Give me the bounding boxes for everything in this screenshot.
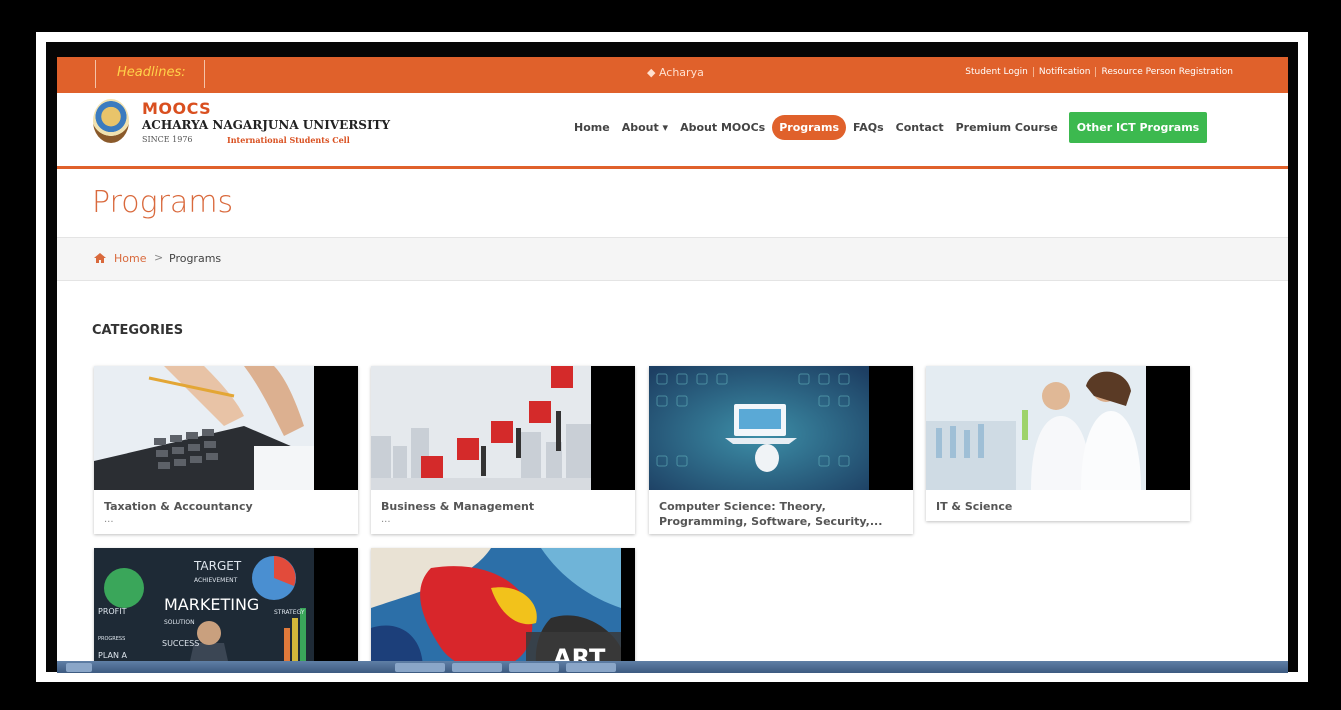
category-label[interactable]: IT & Science [926,490,1190,514]
word-profit: PROFIT [98,607,127,616]
category-image[interactable] [94,366,358,490]
word-plan-a: PLAN A [98,651,127,660]
word-solution: SOLUTION [164,619,195,626]
breadcrumb-current: Programs [169,252,222,265]
computer-science-image [649,366,869,490]
business-growth-image [371,366,591,490]
site-header: MOOCS ACHARYA NAGARJUNA UNIVERSITY SINCE… [57,93,1288,169]
category-image[interactable] [649,366,913,490]
word-success: SUCCESS [162,639,199,648]
taskbar-app-button[interactable] [452,663,502,672]
category-card-business[interactable]: Business & Management ... [371,366,635,534]
page-title: Programs [92,185,234,220]
browser-page: Headlines: ◆ Acharya Student Login Notif… [57,57,1288,661]
divider [204,60,205,88]
student-login-link[interactable]: Student Login [960,67,1033,77]
nav-about-dropdown[interactable]: About ▾ [617,115,673,140]
word-marketing: MARKETING [164,595,259,614]
nav-about-moocs[interactable]: About MOOCs [675,115,770,140]
word-achievement: ACHIEVEMENT [194,577,238,584]
categories-heading: CATEGORIES [92,323,184,338]
notification-link[interactable]: Notification [1032,67,1096,77]
nav-premium-course[interactable]: Premium Course [951,115,1063,140]
word-strategy: STRATEGY [274,609,305,616]
art-image: ART [371,548,621,661]
since-text: SINCE 1976 [142,135,193,144]
category-card-art[interactable]: ART [371,548,635,661]
taskbar-app-button[interactable] [566,663,616,672]
divider [95,60,96,88]
category-image[interactable] [371,366,635,490]
brand-title[interactable]: MOOCS [142,99,211,118]
nav-home[interactable]: Home [569,115,615,140]
category-card-marketing[interactable]: TARGET ACHIEVEMENT MARKETING PROFIT SOLU… [94,548,358,661]
category-image[interactable] [926,366,1190,490]
category-more: ... [104,514,114,525]
category-image[interactable]: ART [371,548,635,661]
breadcrumb: Home > Programs [57,237,1288,281]
nav-other-ict-programs-button[interactable]: Other ICT Programs [1068,112,1208,143]
marketing-image: TARGET ACHIEVEMENT MARKETING PROFIT SOLU… [94,548,314,661]
headlines-label: Headlines: [117,65,186,80]
category-card-taxation[interactable]: Taxation & Accountancy ... [94,366,358,534]
home-icon [94,253,106,263]
start-button[interactable] [66,663,92,672]
lab-scientists-image [926,366,1146,490]
windows-taskbar [57,661,1288,673]
taskbar-app-button[interactable] [509,663,559,672]
breadcrumb-home-link[interactable]: Home [114,252,146,265]
nav-faqs[interactable]: FAQs [848,115,889,140]
calculator-image [94,366,314,490]
breadcrumb-separator: > [154,251,164,264]
word-progress: PROGRESS [98,636,125,642]
category-image[interactable]: TARGET ACHIEVEMENT MARKETING PROFIT SOLU… [94,548,358,661]
nav-contact[interactable]: Contact [891,115,949,140]
main-nav: Home About ▾ About MOOCs Programs FAQs C… [569,112,1209,143]
university-seal-logo[interactable] [93,99,129,143]
category-more [649,529,913,535]
headline-ticker[interactable]: ◆ Acharya [647,66,704,79]
category-card-it-science[interactable]: IT & Science [926,366,1190,521]
word-target: TARGET [193,559,242,573]
resource-person-registration-link[interactable]: Resource Person Registration [1095,67,1238,77]
university-name: ACHARYA NAGARJUNA UNIVERSITY [142,118,391,132]
category-label[interactable]: Business & Management [371,490,635,514]
headline-bar: Headlines: ◆ Acharya Student Login Notif… [57,57,1288,93]
art-caption: ART [553,644,606,661]
nav-programs[interactable]: Programs [772,115,846,140]
category-card-computer-science[interactable]: Computer Science: Theory, Programming, S… [649,366,913,534]
category-label[interactable]: Computer Science: Theory, Programming, S… [649,490,913,529]
top-links: Student Login Notification Resource Pers… [960,67,1238,77]
students-cell-text: International Students Cell [227,135,350,145]
taskbar-app-button[interactable] [395,663,445,672]
category-label[interactable]: Taxation & Accountancy [94,490,358,514]
category-more: ... [381,514,391,525]
